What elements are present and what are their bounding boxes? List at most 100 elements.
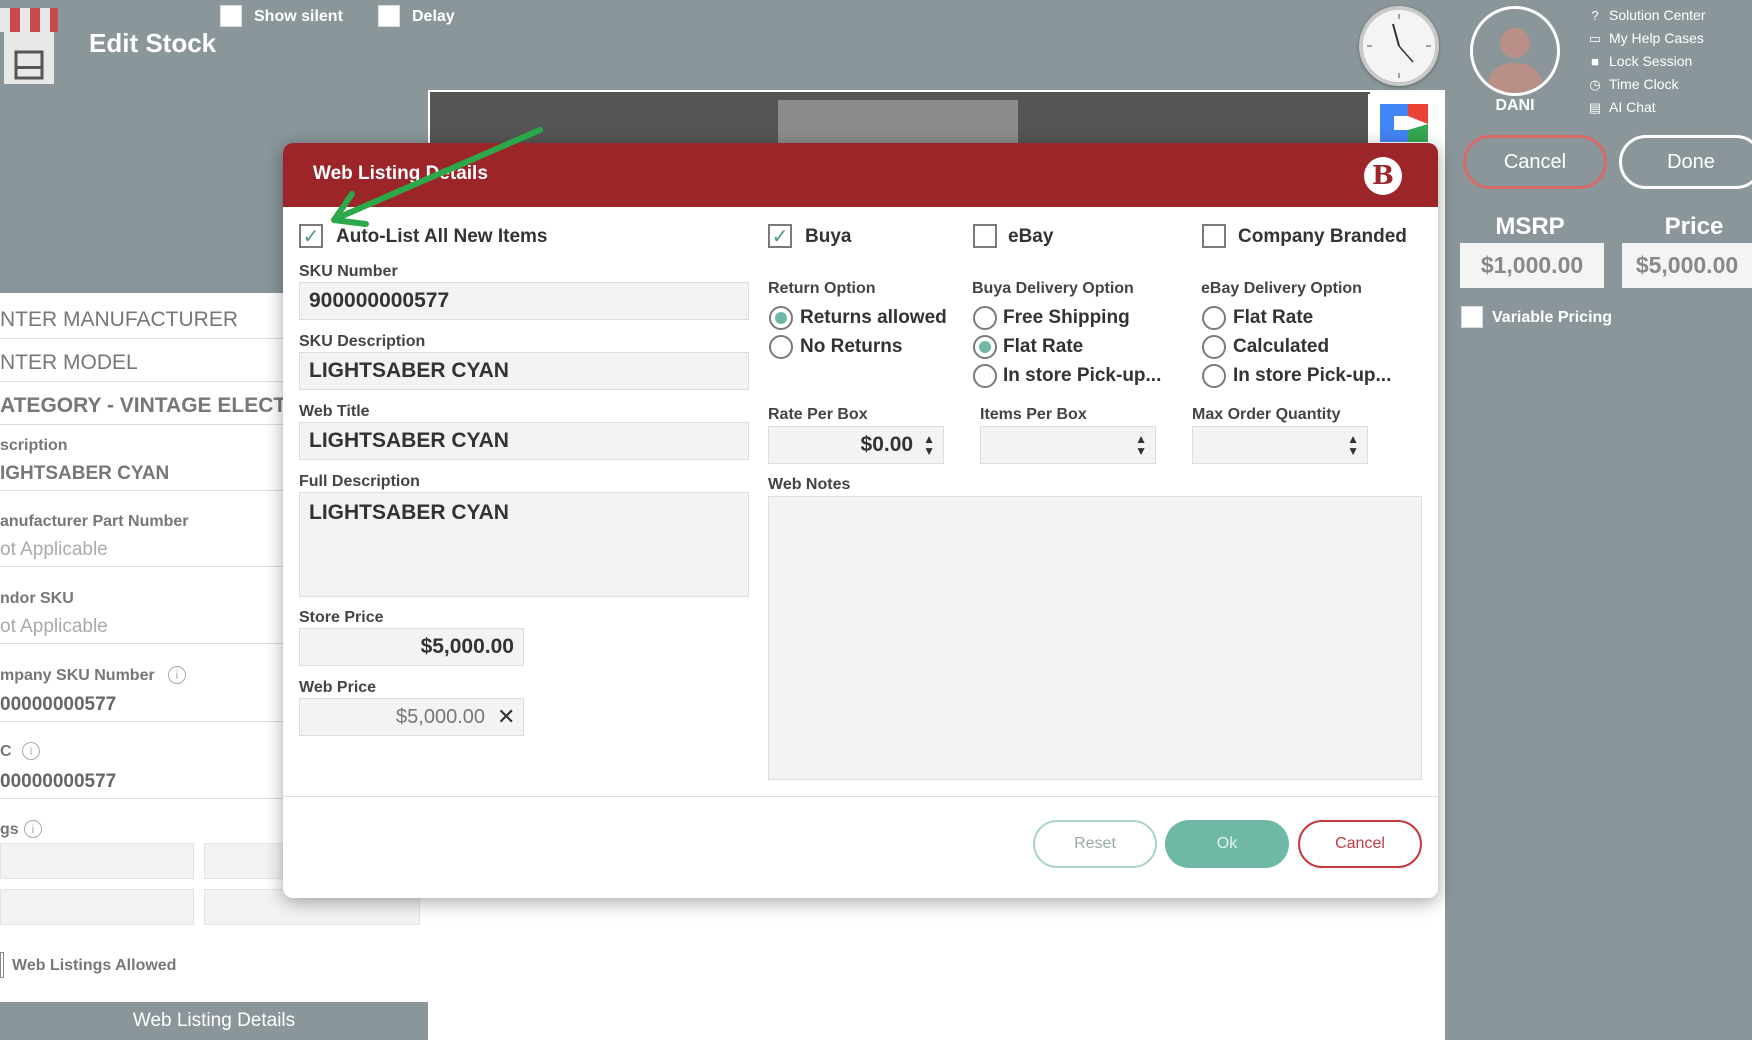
msrp-value[interactable]: $1,000.00 bbox=[1460, 243, 1604, 288]
ok-button[interactable]: Ok bbox=[1165, 820, 1289, 868]
dialog-title: Web Listing Details bbox=[313, 163, 488, 184]
vendor-sku-field[interactable]: ot Applicable bbox=[0, 610, 290, 644]
store-price-field[interactable]: $5,000.00 bbox=[299, 628, 524, 666]
clock-small-icon: ◷ bbox=[1589, 77, 1601, 92]
buya-flat-rate-label: Flat Rate bbox=[1003, 336, 1084, 357]
dialog-cancel-button[interactable]: Cancel bbox=[1298, 820, 1422, 868]
buya-logo-icon: B bbox=[1364, 157, 1402, 195]
web-notes-label: Web Notes bbox=[768, 476, 851, 493]
reset-button[interactable]: Reset bbox=[1033, 820, 1157, 868]
help-links: ? Solution Center ▭ My Help Cases ■ Lock Se… bbox=[1587, 4, 1706, 119]
chat-icon: ▤ bbox=[1588, 100, 1602, 115]
clock-icon[interactable] bbox=[1359, 6, 1439, 86]
vendor-sku-label: ndor SKU bbox=[0, 590, 74, 607]
tag-input[interactable] bbox=[0, 889, 194, 925]
avatar[interactable] bbox=[1470, 6, 1560, 96]
delay-checkbox[interactable] bbox=[378, 5, 400, 27]
items-per-box-label: Items Per Box bbox=[980, 406, 1087, 423]
variable-pricing-label: Variable Pricing bbox=[1492, 309, 1613, 326]
help-link-time-clock[interactable]: ◷ Time Clock bbox=[1587, 73, 1706, 96]
ebay-checkbox[interactable] bbox=[973, 224, 997, 248]
user-name: DANI bbox=[1495, 97, 1535, 114]
auto-list-label: Auto-List All New Items bbox=[336, 226, 548, 247]
web-listings-checkbox[interactable] bbox=[0, 952, 4, 978]
description-field[interactable]: IGHTSABER CYAN bbox=[0, 457, 290, 491]
buya-delivery-label: Buya Delivery Option bbox=[972, 280, 1134, 297]
upc-field[interactable]: 00000000577 bbox=[0, 765, 290, 799]
mpn-label: anufacturer Part Number bbox=[0, 513, 189, 530]
show-silent-checkbox[interactable] bbox=[220, 5, 242, 27]
cancel-button[interactable]: Cancel bbox=[1463, 135, 1607, 189]
info-icon[interactable]: i bbox=[168, 666, 186, 684]
buya-label: Buya bbox=[805, 226, 852, 247]
calculated-label: Calculated bbox=[1233, 336, 1330, 357]
web-title-field[interactable]: LIGHTSABER CYAN bbox=[299, 422, 749, 460]
rate-per-box-spinner[interactable]: $0.00 ▲ ▼ bbox=[768, 426, 944, 464]
returns-allowed-radio[interactable] bbox=[769, 306, 793, 330]
ebay-instore-label: In store Pick-up... bbox=[1233, 365, 1392, 386]
spinner-arrows-icon[interactable]: ▲ ▼ bbox=[1347, 433, 1359, 457]
web-notes-field[interactable] bbox=[768, 496, 1422, 780]
company-branded-label: Company Branded bbox=[1238, 226, 1407, 247]
lock-icon: ■ bbox=[1591, 54, 1599, 69]
model-field[interactable]: NTER MODEL bbox=[0, 344, 290, 382]
show-silent-label: Show silent bbox=[254, 8, 343, 25]
price-value[interactable]: $5,000.00 bbox=[1622, 243, 1752, 288]
web-listing-details-button[interactable]: Web Listing Details bbox=[0, 1002, 428, 1040]
page-title: Edit Stock bbox=[89, 28, 217, 58]
help-link-solution-center[interactable]: ? Solution Center bbox=[1587, 4, 1705, 27]
ebay-flat-rate-label: Flat Rate bbox=[1233, 307, 1314, 328]
returns-allowed-label: Returns allowed bbox=[800, 307, 947, 328]
calculated-radio[interactable] bbox=[1202, 335, 1226, 359]
question-icon: ? bbox=[1591, 8, 1599, 23]
return-option-label: Return Option bbox=[768, 280, 876, 297]
buya-flat-rate-radio[interactable] bbox=[973, 335, 997, 359]
ebay-flat-rate-radio[interactable] bbox=[1202, 306, 1226, 330]
clear-web-price-icon[interactable]: ✕ bbox=[497, 704, 515, 730]
items-per-box-spinner[interactable]: ▲ ▼ bbox=[980, 426, 1156, 464]
buya-checkbox[interactable]: ✓ bbox=[768, 224, 792, 248]
web-price-field[interactable]: $5,000.00 bbox=[299, 698, 524, 736]
web-listings-label: Web Listings Allowed bbox=[12, 957, 177, 974]
full-description-label: Full Description bbox=[299, 473, 420, 490]
full-description-field[interactable]: LIGHTSABER CYAN bbox=[299, 492, 749, 597]
company-sku-field[interactable]: 00000000577 bbox=[0, 688, 290, 722]
rate-per-box-label: Rate Per Box bbox=[768, 406, 868, 423]
spinner-arrows-icon[interactable]: ▲ ▼ bbox=[923, 433, 935, 457]
ebay-label: eBay bbox=[1008, 226, 1054, 247]
no-returns-radio[interactable] bbox=[769, 335, 793, 359]
info-icon[interactable]: i bbox=[24, 820, 42, 838]
auto-list-checkbox[interactable]: ✓ bbox=[299, 224, 323, 248]
company-branded-checkbox[interactable] bbox=[1202, 224, 1226, 248]
company-sku-label: mpany SKU Number bbox=[0, 667, 155, 684]
upc-label: C bbox=[0, 743, 12, 760]
free-shipping-radio[interactable] bbox=[973, 306, 997, 330]
store-icon bbox=[0, 8, 58, 84]
ebay-instore-radio[interactable] bbox=[1202, 364, 1226, 388]
help-link-my-help-cases[interactable]: ▭ My Help Cases bbox=[1587, 27, 1706, 50]
no-returns-label: No Returns bbox=[800, 336, 903, 357]
buya-instore-radio[interactable] bbox=[973, 364, 997, 388]
free-shipping-label: Free Shipping bbox=[1003, 307, 1130, 328]
sku-number-label: SKU Number bbox=[299, 263, 398, 280]
category-field[interactable]: ATEGORY - VINTAGE ELECTRONICS bbox=[0, 387, 290, 425]
sku-number-field[interactable]: 900000000577 bbox=[299, 282, 749, 320]
tag-input[interactable] bbox=[0, 843, 194, 879]
sku-description-field[interactable]: LIGHTSABER CYAN bbox=[299, 352, 749, 390]
done-button[interactable]: Done bbox=[1619, 135, 1752, 189]
spinner-arrows-icon[interactable]: ▲ ▼ bbox=[1135, 433, 1147, 457]
description-label: scription bbox=[0, 437, 68, 454]
sku-description-label: SKU Description bbox=[299, 333, 426, 350]
help-link-ai-chat[interactable]: ▤ AI Chat bbox=[1587, 96, 1706, 119]
max-order-spinner[interactable]: ▲ ▼ bbox=[1192, 426, 1368, 464]
variable-pricing-checkbox[interactable] bbox=[1461, 306, 1483, 328]
web-listing-details-dialog: Web Listing Details B ✓ Auto-List All Ne… bbox=[283, 143, 1438, 898]
buya-instore-label: In store Pick-up... bbox=[1003, 365, 1162, 386]
info-icon[interactable]: i bbox=[22, 742, 40, 760]
ebay-delivery-label: eBay Delivery Option bbox=[1201, 280, 1362, 297]
manufacturer-field[interactable]: NTER MANUFACTURER bbox=[0, 301, 290, 339]
dialog-divider bbox=[283, 796, 1438, 797]
mpn-field[interactable]: ot Applicable bbox=[0, 533, 290, 567]
help-link-lock-session[interactable]: ■ Lock Session bbox=[1587, 50, 1706, 73]
msrp-label: MSRP bbox=[1495, 213, 1565, 240]
